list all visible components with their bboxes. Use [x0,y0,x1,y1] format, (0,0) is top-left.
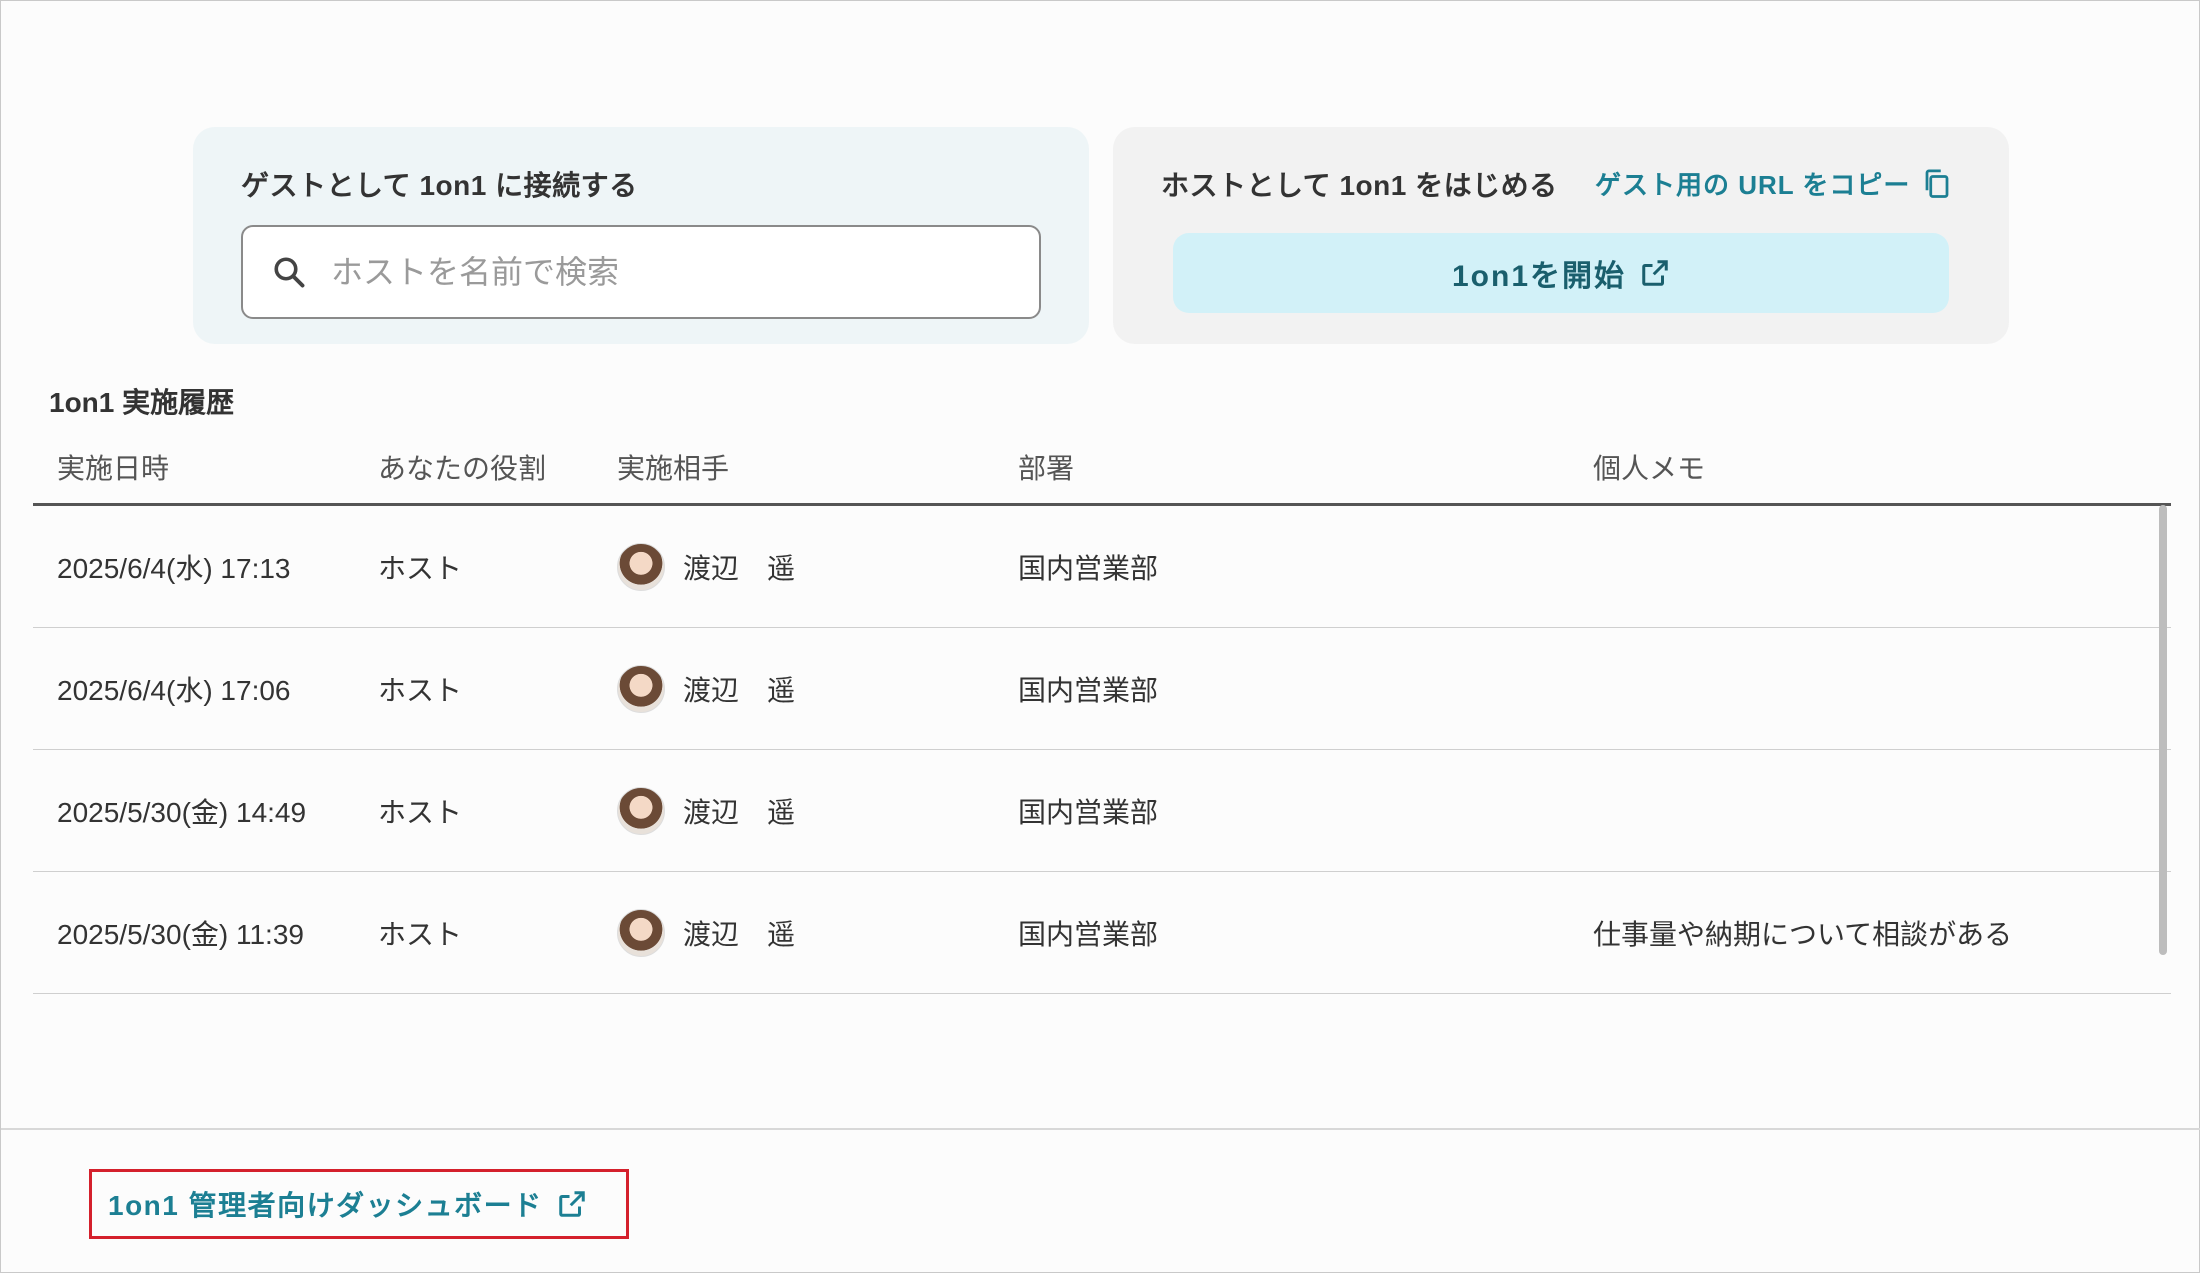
copy-icon [1922,167,1952,201]
partner-name: 渡辺 遥 [683,796,796,828]
partner-name: 渡辺 遥 [683,918,796,950]
partner-name: 渡辺 遥 [683,674,796,706]
partner-name: 渡辺 遥 [683,552,796,584]
copy-guest-url-label: ゲスト用の URL をコピー [1595,170,1911,200]
host-search-box[interactable] [241,225,1041,319]
row-dept: 国内営業部 [1018,796,1159,828]
row-partner: 渡辺 遥 [617,750,795,871]
column-header-date: 実施日時 [57,453,170,484]
row-partner: 渡辺 遥 [617,506,795,627]
external-link-icon [557,1189,587,1219]
history-table: 実施日時 あなたの役割 実施相手 部署 個人メモ 2025/6/4(水) 17:… [33,431,2171,994]
table-scrollbar[interactable] [2159,505,2167,955]
admin-dashboard-label: 1on1 管理者向けダッシュボード [108,1190,543,1221]
row-dept: 国内営業部 [1018,552,1159,584]
footer-divider [1,1128,2200,1130]
row-partner: 渡辺 遥 [617,872,795,993]
row-dept: 国内営業部 [1018,674,1159,706]
avatar [617,908,665,957]
app-frame: ゲストとして 1on1 に接続する ホストとして 1on1 をはじめる ゲスト用… [0,0,2200,1273]
guest-connect-card: ゲストとして 1on1 に接続する [193,127,1089,344]
table-row[interactable]: 2025/5/30(金) 11:39 ホスト 渡辺 遥 国内営業部 仕事量や納期… [33,872,2171,994]
avatar [617,664,665,713]
copy-guest-url-link[interactable]: ゲスト用の URL をコピー [1595,165,1952,202]
row-date: 2025/6/4(水) 17:06 [57,674,291,706]
host-search-input[interactable] [329,252,1039,292]
start-1on1-button[interactable]: 1on1を開始 [1173,233,1949,313]
row-role: ホスト [378,796,463,828]
row-dept: 国内営業部 [1018,918,1159,950]
column-header-memo: 個人メモ [1593,453,1706,484]
external-link-icon [1640,258,1670,288]
admin-dashboard-link[interactable]: 1on1 管理者向けダッシュボード [89,1169,629,1239]
history-title: 1on1 実施履歴 [49,387,235,418]
column-header-partner: 実施相手 [617,453,730,484]
row-date: 2025/5/30(金) 14:49 [57,796,307,828]
row-date: 2025/5/30(金) 11:39 [57,918,304,950]
start-1on1-label: 1on1を開始 [1451,260,1627,293]
host-start-card: ホストとして 1on1 をはじめる ゲスト用の URL をコピー 1on1を開始 [1113,127,2009,344]
table-header: 実施日時 あなたの役割 実施相手 部署 個人メモ [33,431,2171,506]
row-role: ホスト [378,674,463,706]
row-role: ホスト [378,918,463,950]
guest-card-title: ゲストとして 1on1 に接続する [241,170,638,201]
row-memo: 仕事量や納期について相談がある [1593,918,2013,950]
column-header-dept: 部署 [1018,453,1075,484]
table-row[interactable]: 2025/5/30(金) 14:49 ホスト 渡辺 遥 国内営業部 [33,750,2171,872]
row-date: 2025/6/4(水) 17:13 [57,552,291,584]
avatar [617,542,665,591]
search-icon [269,252,309,292]
table-row[interactable]: 2025/6/4(水) 17:06 ホスト 渡辺 遥 国内営業部 [33,628,2171,750]
column-header-role: あなたの役割 [378,453,547,484]
avatar [617,786,665,835]
table-row[interactable]: 2025/6/4(水) 17:13 ホスト 渡辺 遥 国内営業部 [33,506,2171,628]
row-partner: 渡辺 遥 [617,628,795,749]
row-role: ホスト [378,552,463,584]
host-card-title: ホストとして 1on1 をはじめる [1161,170,1558,201]
